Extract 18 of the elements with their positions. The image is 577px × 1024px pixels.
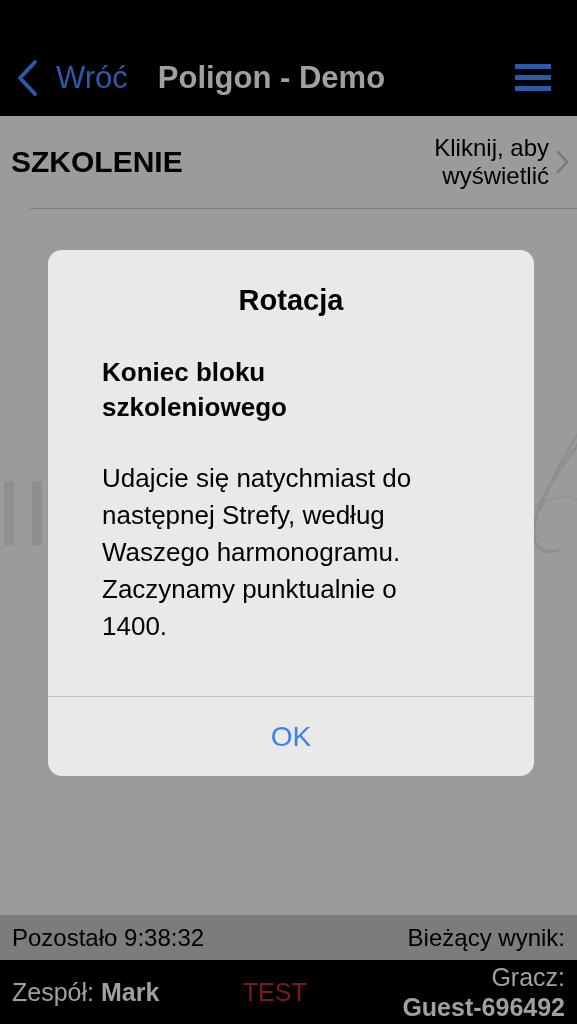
back-chevron-icon (16, 59, 38, 97)
screen-title: Poligon - Demo (157, 60, 387, 96)
team-label: Zespół: Mark (12, 977, 161, 1007)
section-row[interactable]: SZKOLENIE Kliknij, aby wyświetlić (0, 116, 577, 208)
section-title: SZKOLENIE (11, 145, 184, 179)
view-hint: Kliknij, aby wyświetlić (433, 134, 549, 190)
dialog-title: Rotacja (237, 284, 345, 317)
player-name: Guest-696492 (402, 992, 565, 1022)
menu-icon[interactable] (515, 63, 553, 93)
dialog-heading: Koniec bloku szkoleniowego (102, 356, 288, 424)
mode-label: TEST (241, 977, 308, 1007)
player-label: Gracz: (491, 962, 565, 992)
score-label: Bieżący wynik: (407, 923, 565, 952)
dialog-message: Udajcie się natychmiast do następnej Strefy, według Waszego harmonogramu. Zaczynamy punktualnie o 1400. (102, 462, 413, 643)
back-button[interactable]: Wróć (16, 59, 128, 97)
ok-button[interactable]: OK (48, 696, 534, 776)
time-remaining: Pozostało 9:38:32 (12, 923, 205, 952)
chevron-right-icon (555, 149, 569, 175)
